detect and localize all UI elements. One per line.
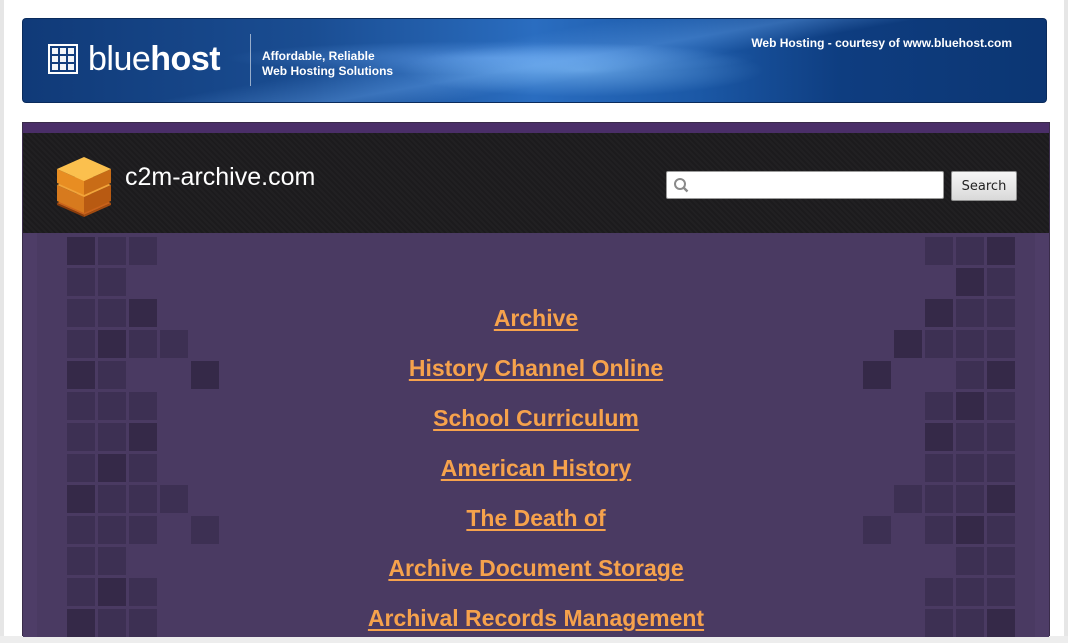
tagline-line-2: Web Hosting Solutions [262,64,394,78]
brand-bold-text: host [150,40,221,78]
content-area: Archive History Channel Online School Cu… [23,233,1049,637]
pattern-tile [956,268,984,296]
pattern-tile [67,237,95,265]
site-title[interactable]: c2m-archive.com [125,163,315,192]
link-the-death-of[interactable]: The Death of [37,493,1035,543]
stacked-cube-icon [57,157,111,217]
link-american-history[interactable]: American History [37,443,1035,493]
bluehost-wordmark: bluehost [88,42,221,76]
banner-tagline: Affordable, Reliable Web Hosting Solutio… [262,49,393,79]
bluehost-logo[interactable]: bluehost [48,42,221,76]
link-list: Archive History Channel Online School Cu… [37,293,1035,643]
link-archive[interactable]: Archive [37,293,1035,343]
site-frame: c2m-archive.com Search Archive History C… [22,122,1050,637]
brand-light-text: blue [88,40,151,78]
banner-divider [250,34,251,86]
pattern-tile [987,237,1015,265]
pattern-tile [956,237,984,265]
link-school-curriculum[interactable]: School Curriculum [37,393,1035,443]
site-header: c2m-archive.com Search [23,133,1049,233]
bluehost-grid-icon [48,44,78,74]
search-button[interactable]: Search [951,171,1017,201]
courtesy-link[interactable]: Web Hosting - courtesy of www.bluehost.c… [751,36,1012,50]
content-panel: Archive History Channel Online School Cu… [37,233,1035,637]
pattern-tile [129,237,157,265]
tagline-line-1: Affordable, Reliable [262,49,375,63]
pattern-tile [98,237,126,265]
pattern-tile [98,268,126,296]
link-history-channel-online[interactable]: History Channel Online [37,343,1035,393]
search-input[interactable] [693,174,941,198]
search-field[interactable] [666,171,944,199]
bluehost-banner[interactable]: bluehost Affordable, Reliable Web Hostin… [22,18,1047,103]
pattern-tile [987,268,1015,296]
pattern-tile [925,237,953,265]
top-accent-strip [23,123,1049,133]
link-archive-document-storage[interactable]: Archive Document Storage [37,543,1035,593]
magnifier-icon [674,178,689,193]
pattern-tile [67,268,95,296]
